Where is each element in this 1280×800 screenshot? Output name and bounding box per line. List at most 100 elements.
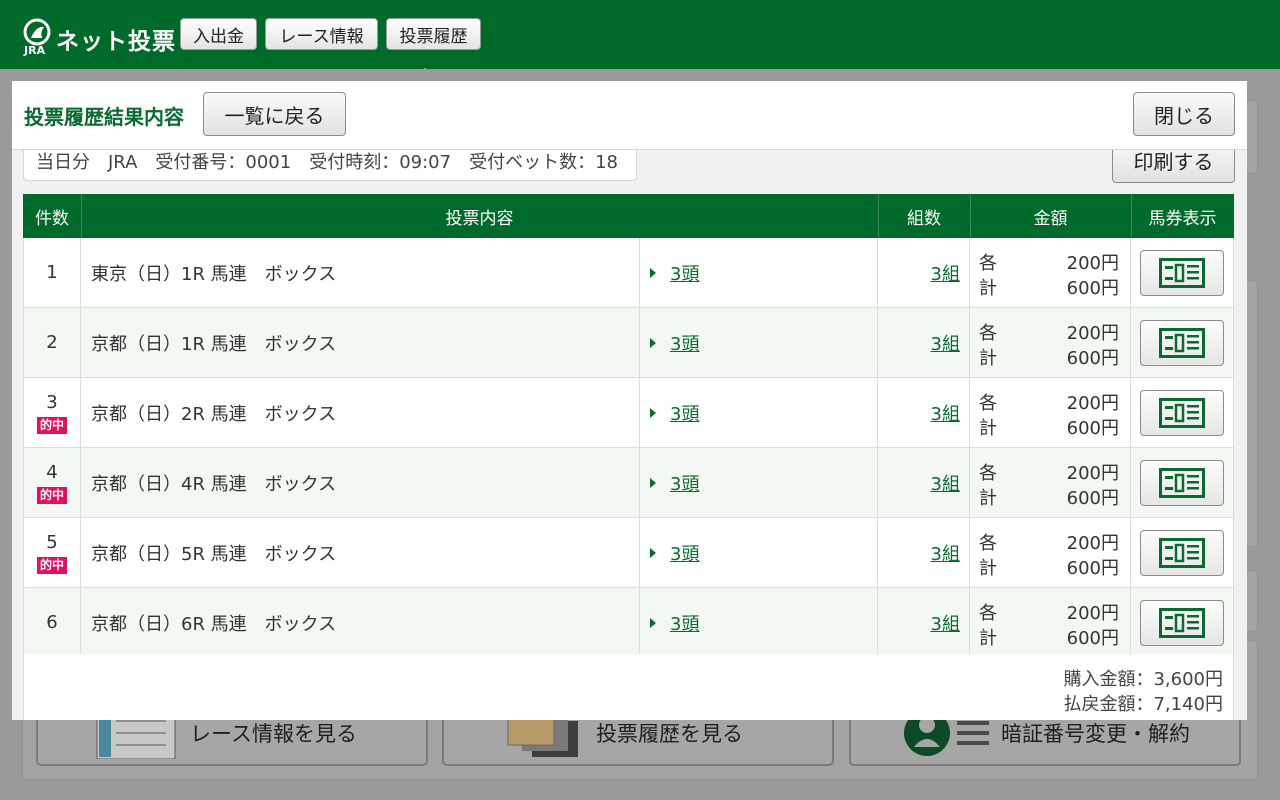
heads-link[interactable]: 3頭 — [670, 470, 699, 496]
heads-cell: 3頭 — [640, 448, 878, 517]
ticket-icon — [1159, 537, 1205, 568]
triangle-right-icon — [650, 617, 656, 628]
ticket-icon — [1159, 607, 1205, 638]
each-amount: 200円 — [1066, 533, 1119, 554]
top-bar: JRA ネット投票 入出金 レース情報 投票履歴 — [0, 0, 1280, 69]
hit-badge: 的中 — [36, 486, 67, 504]
table-row: 5 的中 京都（日）5R 馬連 ボックス 3頭 3組 各 200円 計 600円 — [23, 518, 1234, 588]
bet-description: 東京（日）1R 馬連 ボックス — [81, 238, 640, 307]
table-row: 3 的中 京都（日）2R 馬連 ボックス 3頭 3組 各 200円 計 600円 — [23, 378, 1234, 448]
combos-link[interactable]: 3組 — [931, 470, 960, 496]
nav-race-info-button[interactable]: レース情報 — [265, 18, 378, 50]
each-label: 各 — [979, 393, 997, 414]
nav-history-button[interactable]: 投票履歴 — [386, 18, 481, 50]
ticket-cell — [1131, 308, 1234, 377]
ticket-icon — [1159, 257, 1205, 288]
combos-link[interactable]: 3組 — [931, 540, 960, 566]
nav-deposit-button[interactable]: 入出金 — [180, 18, 257, 50]
header-amount: 金額 — [970, 194, 1132, 238]
amount-cell: 各 200円 計 600円 — [970, 238, 1131, 307]
table-row: 1 東京（日）1R 馬連 ボックス 3頭 3組 各 200円 計 600円 — [23, 238, 1234, 308]
table-body: 1 東京（日）1R 馬連 ボックス 3頭 3組 各 200円 計 600円 2 … — [23, 238, 1234, 658]
amount-cell: 各 200円 計 600円 — [970, 308, 1131, 377]
ticket-view-button[interactable] — [1140, 389, 1224, 436]
row-number-cell: 2 — [23, 308, 81, 377]
ticket-cell — [1131, 448, 1234, 517]
heads-link[interactable]: 3頭 — [670, 610, 699, 636]
ticket-view-button[interactable] — [1140, 319, 1224, 366]
heads-link[interactable]: 3頭 — [670, 540, 699, 566]
each-label: 各 — [979, 533, 997, 554]
triangle-right-icon — [650, 477, 656, 488]
heads-cell: 3頭 — [640, 308, 878, 377]
history-result-modal: 投票履歴結果内容 一覧に戻る 閉じる 当日分 JRA 受付番号：0001 受付時… — [12, 81, 1247, 720]
each-amount: 200円 — [1066, 323, 1119, 344]
bg-race-info-label: レース情報を見る — [190, 722, 357, 746]
ticket-icon — [1159, 327, 1205, 358]
ticket-view-button[interactable] — [1140, 459, 1224, 506]
ticket-icon — [1159, 467, 1205, 498]
ticket-view-button[interactable] — [1140, 249, 1224, 296]
each-label: 各 — [979, 253, 997, 274]
each-amount: 200円 — [1066, 603, 1119, 624]
total-amount: 600円 — [1066, 628, 1119, 649]
header-count: 件数 — [23, 194, 82, 238]
row-number-cell: 5 的中 — [23, 518, 81, 587]
combos-cell: 3組 — [878, 308, 970, 377]
header-combos: 組数 — [878, 194, 971, 238]
amount-cell: 各 200円 計 600円 — [970, 448, 1131, 517]
triangle-right-icon — [650, 267, 656, 278]
combos-link[interactable]: 3組 — [931, 400, 960, 426]
close-button[interactable]: 閉じる — [1133, 92, 1235, 136]
each-amount: 200円 — [1066, 393, 1119, 414]
hit-badge: 的中 — [36, 416, 67, 434]
combos-link[interactable]: 3組 — [931, 330, 960, 356]
total-label: 計 — [979, 418, 997, 439]
total-label: 計 — [979, 628, 997, 649]
triangle-right-icon — [650, 547, 656, 558]
jra-logo[interactable]: JRA ネット投票 — [22, 18, 175, 60]
combos-cell: 3組 — [878, 238, 970, 307]
row-number-cell: 4 的中 — [23, 448, 81, 517]
total-amount: 600円 — [1066, 278, 1119, 299]
combos-cell: 3組 — [878, 448, 970, 517]
ticket-view-button[interactable] — [1140, 599, 1224, 646]
table-row: 2 京都（日）1R 馬連 ボックス 3頭 3組 各 200円 計 600円 — [23, 308, 1234, 378]
heads-link[interactable]: 3頭 — [670, 260, 699, 286]
bg-pin-change-label: 暗証番号変更・解約 — [1001, 722, 1190, 746]
amount-cell: 各 200円 計 600円 — [970, 588, 1131, 657]
row-number-cell: 1 — [23, 238, 81, 307]
total-label: 計 — [979, 278, 997, 299]
payout-total: 払戻金額：7,140円 — [1063, 694, 1223, 715]
bg-history-label: 投票履歴を見る — [596, 722, 743, 746]
bet-description: 京都（日）6R 馬連 ボックス — [81, 588, 640, 657]
back-to-list-button[interactable]: 一覧に戻る — [203, 92, 346, 136]
bet-description: 京都（日）2R 馬連 ボックス — [81, 378, 640, 447]
logo-title: ネット投票 — [56, 29, 176, 55]
row-number: 6 — [46, 612, 58, 633]
heads-link[interactable]: 3頭 — [670, 330, 699, 356]
combos-link[interactable]: 3組 — [931, 260, 960, 286]
ticket-cell — [1131, 518, 1234, 587]
amount-cell: 各 200円 計 600円 — [970, 518, 1131, 587]
combos-cell: 3組 — [878, 518, 970, 587]
ticket-view-button[interactable] — [1140, 529, 1224, 576]
table-header: 件数 投票内容 組数 金額 馬券表示 — [23, 194, 1234, 238]
bet-description: 京都（日）4R 馬連 ボックス — [81, 448, 640, 517]
total-label: 計 — [979, 488, 997, 509]
combos-link[interactable]: 3組 — [931, 610, 960, 636]
total-amount: 600円 — [1066, 418, 1119, 439]
row-number: 2 — [46, 332, 58, 353]
heads-link[interactable]: 3頭 — [670, 400, 699, 426]
total-label: 計 — [979, 348, 997, 369]
amount-cell: 各 200円 計 600円 — [970, 378, 1131, 447]
each-amount: 200円 — [1066, 253, 1119, 274]
total-amount: 600円 — [1066, 348, 1119, 369]
table-row: 6 京都（日）6R 馬連 ボックス 3頭 3組 各 200円 計 600円 — [23, 588, 1234, 658]
ticket-cell — [1131, 238, 1234, 307]
ticket-cell — [1131, 378, 1234, 447]
modal-title: 投票履歴結果内容 — [24, 105, 184, 129]
total-amount: 600円 — [1066, 558, 1119, 579]
header-content: 投票内容 — [81, 194, 879, 238]
table-row: 4 的中 京都（日）4R 馬連 ボックス 3頭 3組 各 200円 計 600円 — [23, 448, 1234, 518]
